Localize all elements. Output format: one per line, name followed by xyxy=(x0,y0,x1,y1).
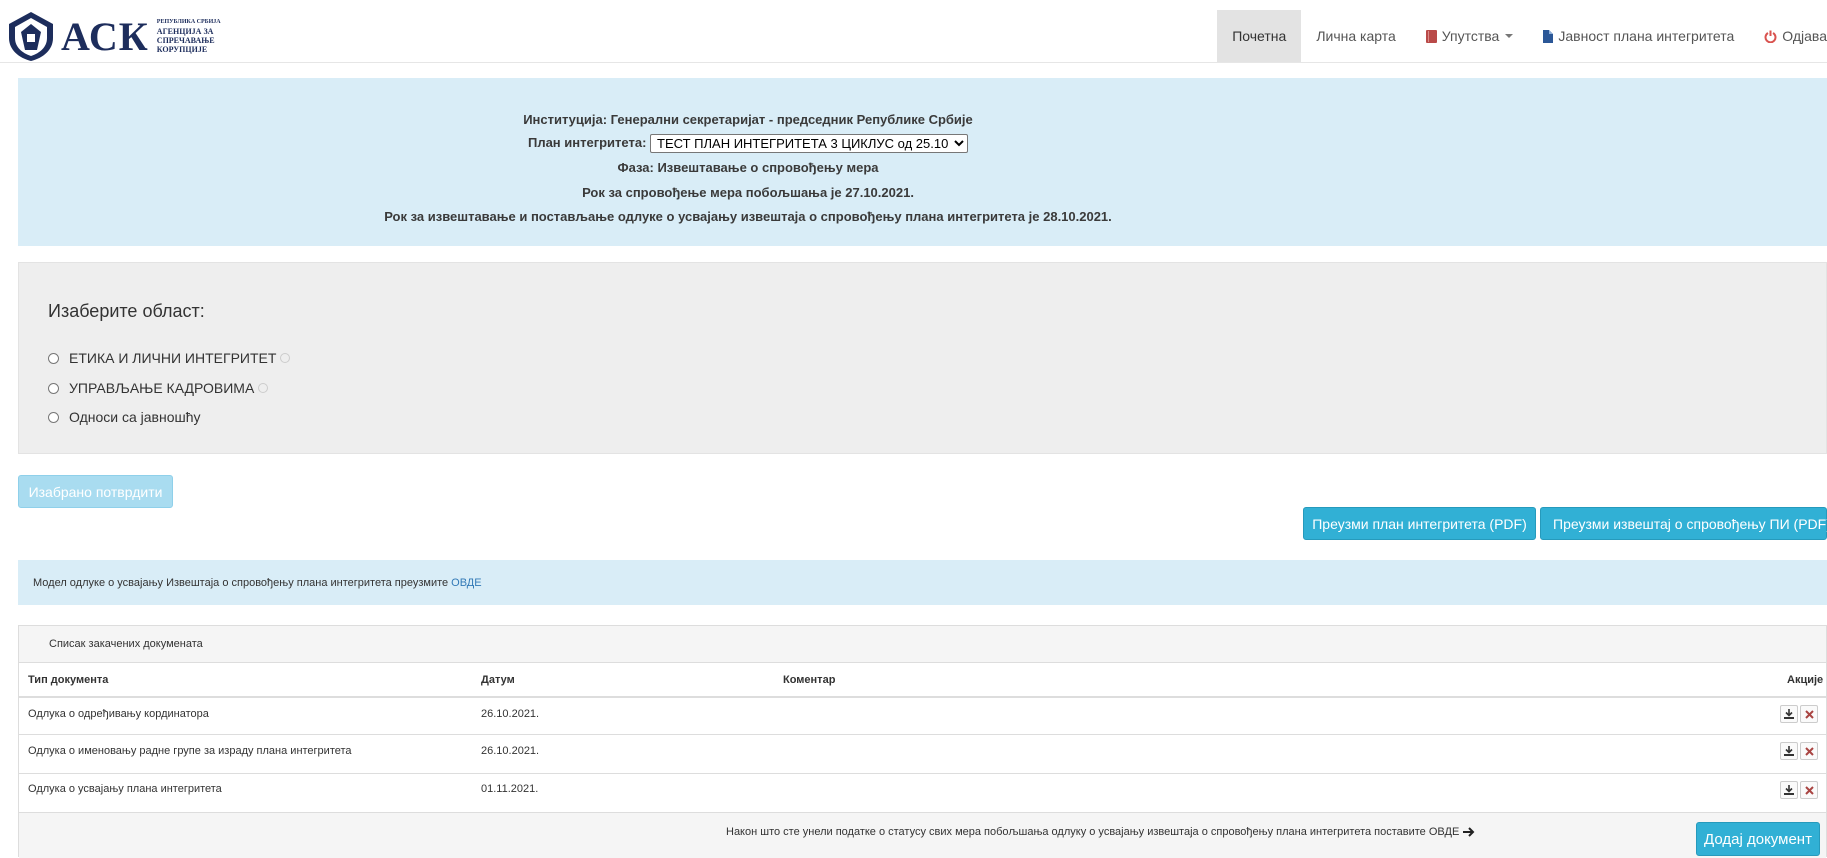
download-icon xyxy=(1784,785,1794,795)
download-icon xyxy=(1784,746,1794,756)
file-icon xyxy=(1543,29,1554,43)
plan-info-panel: Институција: Генерални секретаријат - пр… xyxy=(18,78,1827,246)
confirm-selection-button[interactable]: Изабрано потврдити xyxy=(18,475,173,508)
row-divider xyxy=(19,734,1826,735)
col-actions: Акције xyxy=(1787,674,1824,686)
chevron-down-icon xyxy=(1505,34,1514,38)
area-selection-panel: Изаберите област: ЕТИКА И ЛИЧНИ ИНТЕГРИТ… xyxy=(18,262,1827,454)
remove-icon xyxy=(1804,746,1814,756)
doc-type-cell: Одлука о усвајању плана интегритета xyxy=(28,783,222,795)
nav-instructions-label: Упутства xyxy=(1441,28,1500,44)
nav-home-label: Почетна xyxy=(1232,28,1287,44)
nav-instructions[interactable]: Упутства xyxy=(1411,10,1529,62)
phase-text: Фаза: Извештавање о спровођењу мера xyxy=(617,160,879,175)
brand-sub-line4: КОРУПЦИЈЕ xyxy=(156,45,208,54)
area-option-label: Односи са јавношћу xyxy=(69,409,201,425)
doc-date-cell: 26.10.2021. xyxy=(481,745,540,757)
delete-button[interactable] xyxy=(1800,742,1818,760)
area-option[interactable]: Односи са јавношћу xyxy=(48,409,201,425)
book-icon xyxy=(1425,29,1437,43)
footer-instruction-text: Након што сте унели податке о статусу св… xyxy=(726,826,1460,838)
row-actions xyxy=(1778,781,1818,799)
notice-link[interactable]: ОВДЕ xyxy=(451,577,481,589)
decision-model-notice: Модел одлуке о усвајању Извештаја о спро… xyxy=(18,560,1827,605)
area-option-label: УПРАВЉАЊЕ КАДРОВИМА xyxy=(69,380,255,396)
radio-button[interactable] xyxy=(48,352,59,364)
navbar: АСК РЕПУБЛИКА СРБИЈА АГЕНЦИЈА ЗА СПРЕЧАВ… xyxy=(0,0,1827,63)
footer-instruction: Након што сте унели податке о статусу св… xyxy=(726,826,1475,838)
row-actions xyxy=(1778,705,1818,723)
nav-publicity[interactable]: Јавност плана интегритета xyxy=(1528,10,1749,62)
row-actions xyxy=(1778,742,1818,760)
brand-sub-line1: РЕПУБЛИКА СРБИЈА xyxy=(156,19,221,25)
delete-button[interactable] xyxy=(1800,705,1818,723)
plan-label: План интегритета: xyxy=(527,134,647,150)
nav-logout[interactable]: Одјава xyxy=(1749,10,1827,62)
area-option-label: ЕТИКА И ЛИЧНИ ИНТЕГРИТЕТ xyxy=(69,350,277,366)
help-icon[interactable] xyxy=(258,383,269,393)
notice-text: Модел одлуке о усвајању Извештаја о спро… xyxy=(33,576,449,589)
arrow-right-icon xyxy=(1463,827,1475,837)
doc-date-cell: 26.10.2021. xyxy=(481,708,540,720)
plan-select[interactable]: ТЕСТ ПЛАН ИНТЕГРИТЕТА 3 ЦИКЛУС од 25.10 xyxy=(650,134,969,153)
radio-button[interactable] xyxy=(48,382,59,394)
remove-icon xyxy=(1804,785,1814,795)
add-document-button[interactable]: Додај документ xyxy=(1696,822,1820,856)
institution-text: Институција: Генерални секретаријат - пр… xyxy=(523,112,973,127)
panel-title: Списак закачених докумената xyxy=(19,626,1826,663)
nav-home[interactable]: Почетна xyxy=(1217,10,1302,62)
nav-profile-label: Лична карта xyxy=(1316,28,1396,44)
download-button[interactable] xyxy=(1780,742,1798,760)
nav-profile[interactable]: Лична карта xyxy=(1301,10,1410,62)
radio-button[interactable] xyxy=(48,411,59,423)
report-deadline-text: Рок за извештавање и постављање одлуке о… xyxy=(384,209,1112,224)
download-report-pdf-button[interactable]: Преузми извештај о спровођењу ПИ (PDF) xyxy=(1540,507,1827,540)
brand-sub-line3: СПРЕЧАВАЊЕ xyxy=(156,36,215,45)
panel-footer: Након што сте унели податке о статусу св… xyxy=(19,812,1826,858)
power-icon xyxy=(1764,30,1777,43)
col-date: Датум xyxy=(481,674,515,686)
nav-menu: Почетна Лична карта Упутства Јавност пла… xyxy=(1217,10,1827,62)
area-title: Изаберите област: xyxy=(48,301,205,321)
area-option[interactable]: УПРАВЉАЊЕ КАДРОВИМА xyxy=(48,380,269,396)
remove-icon xyxy=(1804,709,1814,719)
delete-button[interactable] xyxy=(1800,781,1818,799)
area-option[interactable]: ЕТИКА И ЛИЧНИ ИНТЕГРИТЕТ xyxy=(48,350,291,366)
doc-date-cell: 01.11.2021. xyxy=(481,783,539,795)
coat-of-arms-icon xyxy=(9,12,53,61)
measures-deadline-text: Рок за спровођење мера побољшања је 27.1… xyxy=(582,185,914,200)
nav-logout-label: Одјава xyxy=(1782,28,1827,44)
brand-name: АСК xyxy=(61,13,149,59)
plan-row: План интегритета: ТЕСТ ПЛАН ИНТЕГРИТЕТА … xyxy=(18,134,1478,153)
header-divider xyxy=(19,696,1826,698)
download-button[interactable] xyxy=(1780,781,1798,799)
nav-publicity-label: Јавност плана интегритета xyxy=(1558,28,1735,44)
attached-documents-panel: Списак закачених докумената Тип документ… xyxy=(18,625,1827,858)
logo[interactable]: АСК РЕПУБЛИКА СРБИЈА АГЕНЦИЈА ЗА СПРЕЧАВ… xyxy=(7,10,227,62)
col-comment: Коментар xyxy=(783,674,836,686)
row-divider xyxy=(19,773,1826,774)
brand-sub-line2: АГЕНЦИЈА ЗА xyxy=(156,27,214,36)
brand-subtitle: РЕПУБЛИКА СРБИЈА АГЕНЦИЈА ЗА СПРЕЧАВАЊЕ … xyxy=(157,18,227,54)
download-plan-pdf-button[interactable]: Преузми план интегритета (PDF) xyxy=(1303,507,1536,540)
doc-type-cell: Одлука о именовању радне групе за израду… xyxy=(28,745,352,757)
doc-type-cell: Одлука о одређивању кординатора xyxy=(28,708,209,720)
help-icon[interactable] xyxy=(280,353,291,363)
col-document-type: Тип документа xyxy=(28,674,109,686)
download-button[interactable] xyxy=(1780,705,1798,723)
download-icon xyxy=(1784,709,1794,719)
